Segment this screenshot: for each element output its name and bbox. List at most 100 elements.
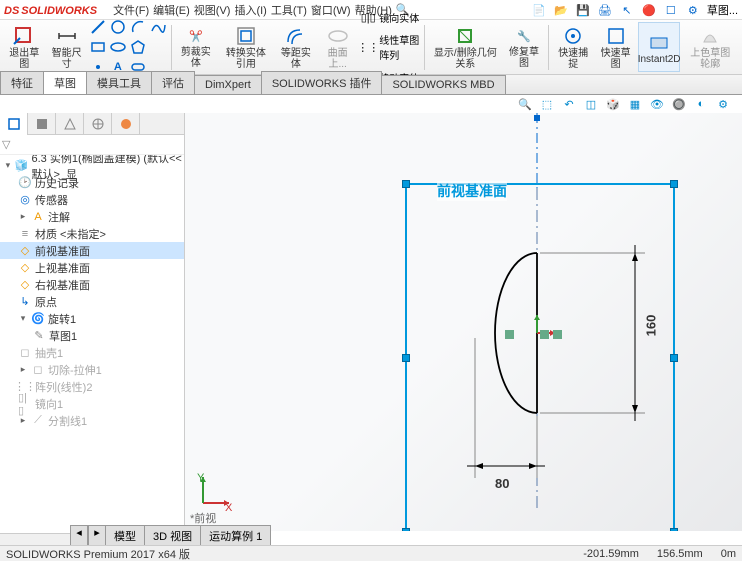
status-version: SOLIDWORKS Premium 2017 x64 版 — [6, 546, 190, 562]
tree-annotations[interactable]: ▸A注解 — [0, 208, 184, 225]
contour-button[interactable]: 上色草图轮廓 — [682, 22, 738, 72]
quick-last-command[interactable]: 草图... — [707, 2, 738, 18]
tree-top-plane[interactable]: ◇上视基准面 — [0, 259, 184, 276]
menu-window[interactable]: 窗口(W) — [311, 2, 351, 18]
plane-handle-tl[interactable] — [402, 180, 410, 188]
tab-scroll-left[interactable]: ◂ — [70, 525, 88, 547]
zoom-fit-icon[interactable]: 🔍 — [516, 95, 534, 113]
trim-button[interactable]: ✂️ 剪裁实体 — [176, 22, 216, 72]
offset-button[interactable]: 等距实体 — [276, 22, 316, 72]
contour-label: 上色草图轮廓 — [687, 48, 733, 70]
plane-handle-br[interactable] — [670, 528, 678, 531]
tree-right-plane[interactable]: ◇右视基准面 — [0, 276, 184, 293]
surface-label: 曲面上... — [323, 48, 352, 70]
save-icon[interactable]: 💾 — [575, 2, 591, 18]
dimxpert-tab[interactable] — [84, 113, 112, 135]
menu-tools[interactable]: 工具(T) — [271, 2, 307, 18]
linear-pattern-label[interactable]: 线性草图阵列 — [379, 32, 420, 62]
plane-handle-l[interactable] — [402, 354, 410, 362]
section-icon[interactable]: ◫ — [582, 95, 600, 113]
tab-mbd[interactable]: SOLIDWORKS MBD — [381, 75, 505, 94]
dimension-height[interactable]: 160 — [643, 315, 658, 337]
quick-sketch-button[interactable]: 快速草图 — [595, 22, 635, 72]
instant2d-button[interactable]: Instant2D — [638, 22, 681, 72]
prev-view-icon[interactable]: ↶ — [560, 95, 578, 113]
dimension-width[interactable]: 80 — [495, 476, 509, 491]
tab-motion[interactable]: 运动算例 1 — [200, 525, 271, 547]
tree-mirror[interactable]: ▯|▯镜向1 — [0, 395, 184, 412]
orientation-icon[interactable]: 🎲 — [604, 95, 622, 113]
surface-offset-button[interactable]: 曲面上... — [318, 22, 357, 72]
exit-sketch-button[interactable]: 退出草图 — [4, 22, 44, 72]
menu-insert[interactable]: 插入(I) — [234, 2, 266, 18]
tab-sketch[interactable]: 草图 — [43, 71, 87, 94]
tree-rotate[interactable]: ▾🌀旋转1 — [0, 310, 184, 327]
tree-sensors[interactable]: ◎传感器 — [0, 191, 184, 208]
repair-label: 修复草图 — [509, 47, 539, 69]
sketch-geometry[interactable] — [445, 188, 675, 508]
print-icon[interactable]: 🖨 — [597, 2, 613, 18]
zoom-area-icon[interactable]: ⬚ — [538, 95, 556, 113]
tab-mold[interactable]: 模具工具 — [86, 71, 152, 94]
display-tab[interactable] — [112, 113, 140, 135]
tab-scroll-right[interactable]: ▸ — [88, 525, 106, 547]
quick-snap-button[interactable]: 快速捕捉 — [553, 22, 593, 72]
centerline-endpoint[interactable] — [534, 115, 540, 121]
plane-handle-tr[interactable] — [670, 180, 678, 188]
relation-glyph — [505, 330, 514, 339]
linear-pattern-icon[interactable]: ⋮⋮ — [359, 38, 377, 56]
rebuild-icon[interactable]: 🔴 — [641, 2, 657, 18]
smart-dimension-button[interactable]: 智能尺寸 — [46, 22, 86, 72]
mirror-icon[interactable]: ▯|▯ — [359, 8, 377, 26]
new-icon[interactable]: 📄 — [531, 2, 547, 18]
tree-origin[interactable]: ↳原点 — [0, 293, 184, 310]
convert-button[interactable]: 转换实体引用 — [218, 22, 274, 72]
plane-handle-bl[interactable] — [402, 528, 410, 531]
tab-3dview[interactable]: 3D 视图 — [144, 525, 201, 547]
status-y: 156.5mm — [657, 548, 703, 560]
menu-view[interactable]: 视图(V) — [194, 2, 231, 18]
view-toolbar: 🔍 ⬚ ↶ ◫ 🎲 ▦ 👁 🔘 ◐ ⚙ — [516, 95, 732, 113]
tree-root[interactable]: ▾🧊6.3 实例1(椭圆盖建模) (默认<<默认>_显 — [0, 157, 184, 174]
appearance-icon[interactable]: 🔘 — [670, 95, 688, 113]
tab-dimxpert[interactable]: DimXpert — [194, 75, 262, 94]
feature-tree-tab[interactable] — [0, 113, 28, 135]
menu-edit[interactable]: 编辑(E) — [153, 2, 190, 18]
cursor-icon[interactable]: ↖ — [619, 2, 635, 18]
arc-icon[interactable] — [129, 18, 147, 36]
relations-button[interactable]: 显示/删除几何关系 — [429, 22, 502, 72]
open-icon[interactable]: 📂 — [553, 2, 569, 18]
polygon-icon[interactable] — [129, 38, 147, 56]
scene-icon[interactable]: ◐ — [692, 95, 710, 113]
ellipse-icon[interactable] — [109, 38, 127, 56]
tree-split[interactable]: ▸⟋分割线1 — [0, 412, 184, 429]
mirror-label[interactable]: 镜向实体 — [379, 10, 419, 25]
tree-cut[interactable]: ▸◻切除-拉伸1 — [0, 361, 184, 378]
tab-plugins[interactable]: SOLIDWORKS 插件 — [261, 71, 383, 94]
options-icon[interactable]: ☐ — [663, 2, 679, 18]
menu-file[interactable]: 文件(F) — [113, 2, 149, 18]
tab-model[interactable]: 模型 — [105, 525, 145, 547]
snap-icon — [561, 24, 585, 48]
tab-feature[interactable]: 特征 — [0, 71, 44, 94]
property-tab[interactable] — [28, 113, 56, 135]
view-settings-icon[interactable]: ⚙ — [714, 95, 732, 113]
hide-show-icon[interactable]: 👁 — [648, 95, 666, 113]
rectangle-icon[interactable] — [89, 38, 107, 56]
display-style-icon[interactable]: ▦ — [626, 95, 644, 113]
repair-icon: 🔧 — [512, 25, 536, 47]
tree-extrude[interactable]: ◻抽壳1 — [0, 344, 184, 361]
offset-icon — [284, 24, 308, 48]
tree-material[interactable]: ≡材质 <未指定> — [0, 225, 184, 242]
spline-icon[interactable] — [149, 18, 167, 36]
circle-icon[interactable] — [109, 18, 127, 36]
line-icon[interactable] — [89, 18, 107, 36]
graphics-viewport[interactable]: 前视基准面 — [185, 113, 742, 531]
settings-icon[interactable]: ⚙ — [685, 2, 701, 18]
tree-front-plane[interactable]: ◇前视基准面 — [0, 242, 184, 259]
config-tab[interactable] — [56, 113, 84, 135]
filter-icon[interactable]: ▽ — [2, 138, 10, 151]
tree-sketch1[interactable]: ✎草图1 — [0, 327, 184, 344]
repair-button[interactable]: 🔧 修复草图 — [504, 22, 544, 72]
tab-evaluate[interactable]: 评估 — [151, 71, 195, 94]
